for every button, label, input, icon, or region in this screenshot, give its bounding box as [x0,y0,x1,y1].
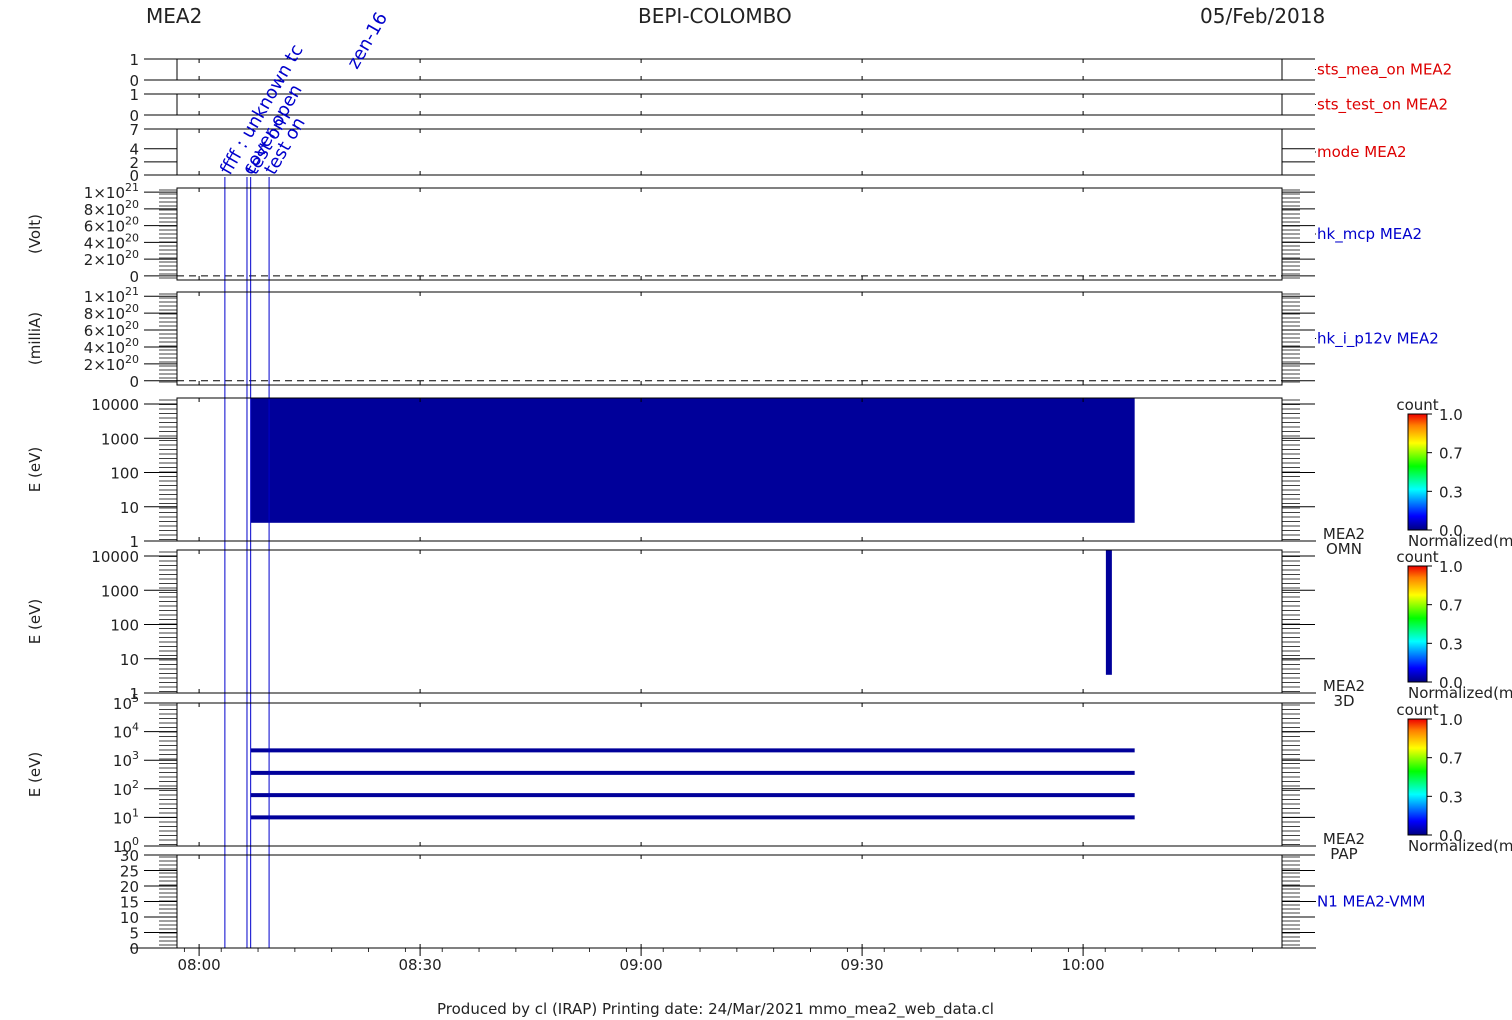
hk_i_p12v-ylabel: (milliA) [26,312,44,365]
sts_mea_on-ytick-label-0: 1 [129,51,139,69]
3d-count-stripe [1105,550,1112,675]
hk_i_p12v-minor-ticks [159,293,1300,383]
footer-credit: Produced by cl (IRAP) Printing date: 24/… [437,1000,994,1018]
3d-ytick-label-0: 10000 [91,548,139,566]
n1-yticks [144,854,1315,949]
pap-ytick-label-3: 102 [113,778,139,799]
multi-panel-plot: 10sts_mea_on MEA210sts_test_on MEA27420m… [26,9,1512,974]
mode-xticks [198,129,1084,175]
3d-ytick-label-2: 100 [110,617,139,635]
mode-yticks [144,128,1315,176]
colorbar-title-1: count [1396,548,1438,566]
sts_test_on-ytick-label-0: 1 [129,86,139,104]
mode-series-label: mode MEA2 [1317,143,1407,161]
3d-xticks [198,550,1084,693]
3d-frame [176,549,1283,694]
sts_test_on-series-label: sts_test_on MEA2 [1317,96,1448,115]
colorbar-caption-2: Normalized(m [1408,837,1512,855]
pap-ytick-label-0: 105 [113,692,139,713]
3d-product-type: 3D [1333,692,1354,710]
hk_mcp-ytick-label-5: 0 [129,268,139,286]
omn-count-block [250,398,1135,523]
colorbar-0 [1407,413,1428,531]
omn-ytick-label-3: 10 [120,499,139,517]
pap-ytick-label-1: 104 [113,721,139,742]
sts_mea_on-series-label: sts_mea_on MEA2 [1317,61,1452,80]
colorbar-2 [1407,718,1428,836]
sts_mea_on-yticks [144,58,1315,81]
colorbar-tick-label-2-0: 1.0 [1439,711,1463,729]
colorbar-tick-label-2-2: 0.3 [1439,788,1463,806]
hk_i_p12v-ytick-label-5: 0 [129,373,139,391]
n1-xticks [198,855,1084,948]
colorbar-tick-label-0-0: 1.0 [1439,406,1463,424]
xaxis-tick-label-1: 08:30 [398,956,441,974]
sts_test_on-frame [176,93,1283,116]
event-annotation-fragment: zen-16 [343,9,392,73]
n1-ytick-label-6: 0 [129,940,139,958]
omn-ytick-label-2: 100 [110,465,139,483]
hk_mcp-xticks [198,188,1084,280]
3d-ytick-label-1: 1000 [101,582,139,600]
pap-product-type: PAP [1330,845,1357,863]
sts_test_on-yticks [144,93,1315,116]
colorbar-title-2: count [1396,701,1438,719]
xaxis-tick-label-4: 10:00 [1061,956,1104,974]
3d-ytick-label-3: 10 [120,651,139,669]
mode-ytick-label-0: 7 [129,121,139,139]
omn-ylabel: E (eV) [26,447,44,492]
omn-ytick-label-1: 1000 [101,430,139,448]
hk_mcp-minor-ticks [159,189,1300,279]
hk_mcp-ylabel: (Volt) [26,214,44,254]
colorbar-1 [1407,565,1428,683]
colorbar-caption-1: Normalized(m [1408,684,1512,702]
hk_i_p12v-series-label: hk_i_p12v MEA2 [1317,330,1439,349]
pap-ylabel: E (eV) [26,752,44,797]
omn-product-type: OMN [1326,540,1362,558]
n1-minor-ticks [159,856,1300,946]
n1-frame [176,854,1283,949]
colorbar-title-0: count [1396,396,1438,414]
colorbar-tick-label-1-1: 0.7 [1439,597,1463,615]
hk_mcp-frame [176,187,1283,281]
3d-minor-ticks [159,551,1300,692]
data-layer [177,177,1282,948]
colorbar-tick-label-0-1: 0.7 [1439,445,1463,463]
xaxis-tick-label-3: 09:30 [840,956,883,974]
hk_i_p12v-yticks [144,295,1315,382]
colorbar-tick-label-0-2: 0.3 [1439,483,1463,501]
hk_mcp-ytick-label-4: 2×1020 [84,248,139,269]
colorbar-tick-label-1-0: 1.0 [1439,558,1463,576]
xaxis-tick-label-0: 08:00 [177,956,220,974]
pap-ytick-label-2: 103 [113,749,139,770]
3d-yticks [144,555,1315,694]
sts_test_on-xticks [198,94,1084,115]
colorbar-tick-label-2-1: 0.7 [1439,750,1463,768]
xaxis-tick-label-2: 09:00 [619,956,662,974]
sts_mea_on-xticks [198,59,1084,80]
hk_i_p12v-xticks [198,292,1084,385]
hk_i_p12v-ytick-label-4: 2×1020 [84,353,139,374]
omn-ytick-label-0: 10000 [91,396,139,414]
pap-ytick-label-4: 101 [113,806,139,827]
mode-frame [176,128,1283,176]
hk_i_p12v-frame [176,291,1283,386]
n1-series-label: N1 MEA2-VMM [1317,893,1425,911]
colorbar-tick-label-1-2: 0.3 [1439,635,1463,653]
hk_mcp-series-label: hk_mcp MEA2 [1317,225,1422,244]
hk_mcp-yticks [144,191,1315,277]
3d-ylabel: E (eV) [26,599,44,644]
